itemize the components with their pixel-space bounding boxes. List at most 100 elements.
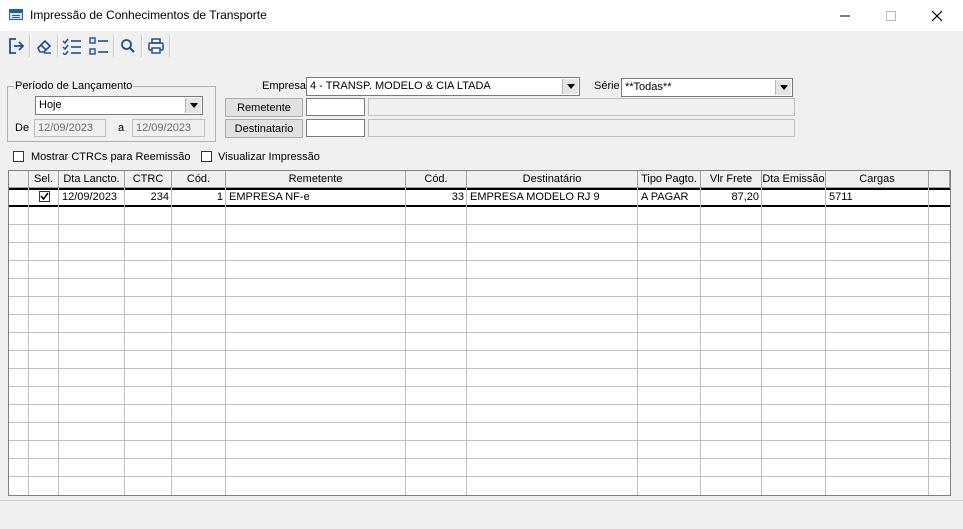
empresa-value: 4 - TRANSP. MODELO & CIA LTADA <box>310 80 491 92</box>
grid-row-line <box>9 314 950 315</box>
remetente-code-field[interactable] <box>306 98 365 116</box>
grid-row-line <box>9 224 950 225</box>
empresa-select[interactable]: 4 - TRANSP. MODELO & CIA LTADA <box>306 77 580 96</box>
grid-column-line <box>761 188 762 495</box>
cell-ctrc: 234 <box>150 191 169 203</box>
grid-indicator-header <box>9 171 29 188</box>
col-header-remetente[interactable]: Remetente <box>226 171 406 188</box>
grid-column-line <box>124 188 125 495</box>
col-header-cod-remetente[interactable]: Cód. <box>172 171 226 188</box>
grid-row-line <box>9 368 950 369</box>
destinatario-code-field[interactable] <box>306 119 365 137</box>
exit-button[interactable] <box>3 33 28 58</box>
grid-row-line <box>9 278 950 279</box>
grid-column-line <box>825 188 826 495</box>
col-header-sel[interactable]: Sel. <box>29 171 59 188</box>
exit-icon <box>8 37 24 54</box>
col-header-vlr-frete[interactable]: Vlr Frete <box>701 171 762 188</box>
col-header-ctrc[interactable]: CTRC <box>125 171 172 188</box>
chevron-down-icon[interactable] <box>185 98 201 113</box>
unselect-all-button[interactable] <box>86 33 111 58</box>
destinatario-name-field[interactable] <box>368 119 795 137</box>
chevron-down-icon[interactable] <box>562 79 578 94</box>
col-header-tipo-pagto[interactable]: Tipo Pagto. <box>638 171 701 188</box>
cell-dta-emissao <box>762 190 826 207</box>
col-header-destinatario[interactable]: Destinatário <box>467 171 638 188</box>
destinatario-button[interactable]: Destinatario <box>225 119 303 138</box>
cell-remetente: EMPRESA NF-e <box>229 191 310 203</box>
grid-row-line <box>9 386 950 387</box>
periodo-value: Hoje <box>39 99 62 111</box>
grid-row-line <box>9 350 950 351</box>
visualizar-impressao-label[interactable]: Visualizar Impressão <box>218 151 320 163</box>
ctrc-grid[interactable]: Sel. Dta Lancto. CTRC Cód. Remetente Cód… <box>8 170 951 496</box>
col-header-dta-lancto[interactable]: Dta Lancto. <box>59 171 125 188</box>
check-icon <box>39 192 49 201</box>
serie-value: **Todas** <box>625 81 672 93</box>
visualizar-impressao-checkbox[interactable] <box>201 151 212 162</box>
clear-button[interactable] <box>31 33 56 58</box>
periodo-select[interactable]: Hoje <box>35 96 203 115</box>
mostrar-reemissao-label[interactable]: Mostrar CTRCs para Reemissão <box>31 151 191 163</box>
cell-cargas: 5711 <box>829 191 853 203</box>
grid-row-line <box>9 332 950 333</box>
window-title: Impressão de Conhecimentos de Transporte <box>30 8 267 22</box>
col-header-cargas[interactable]: Cargas <box>826 171 929 188</box>
cell-destinatario: EMPRESA MODELO RJ 9 <box>470 191 600 203</box>
grid-column-line <box>637 188 638 495</box>
grid-column-line <box>928 188 929 495</box>
remetente-button[interactable]: Remetente <box>225 98 303 117</box>
minimize-button[interactable] <box>822 0 868 31</box>
de-label: De <box>15 122 30 134</box>
maximize-button[interactable] <box>868 0 914 31</box>
title-bar: Impressão de Conhecimentos de Transporte <box>0 0 963 31</box>
search-icon <box>120 38 135 53</box>
grid-column-line <box>466 188 467 495</box>
grid-row-line <box>9 242 950 243</box>
select-all-button[interactable] <box>59 33 84 58</box>
status-bar <box>0 500 963 529</box>
grid-row-line <box>9 476 950 477</box>
grid-column-line <box>405 188 406 495</box>
maximize-icon <box>886 10 896 21</box>
print-button[interactable] <box>143 33 168 58</box>
chevron-down-icon[interactable] <box>775 80 791 95</box>
grid-row-line <box>9 458 950 459</box>
a-label: a <box>118 122 125 134</box>
printer-icon <box>147 37 164 54</box>
date-to-field[interactable]: 12/09/2023 <box>132 119 205 137</box>
grid-row-line <box>9 404 950 405</box>
cell-cod-remetente: 1 <box>216 191 223 203</box>
grid-column-line <box>28 188 29 495</box>
cell-cod-destinatario: 33 <box>451 191 464 203</box>
row-select-checkbox[interactable] <box>38 191 50 202</box>
mostrar-reemissao-checkbox[interactable] <box>13 151 24 162</box>
periodo-legend: Período de Lançamento <box>14 80 134 92</box>
unselect-list-icon <box>88 36 108 55</box>
cell-tipo-pagto: A PAGAR <box>641 191 689 203</box>
remetente-name-field[interactable] <box>368 98 795 116</box>
cell-vlr-frete: 87,20 <box>731 191 759 203</box>
empresa-label: Empresa <box>262 80 307 92</box>
grid-filler-header <box>929 171 950 188</box>
date-from-field[interactable]: 12/09/2023 <box>34 119 106 137</box>
select-all-list-icon <box>61 38 81 55</box>
serie-label: Série <box>594 80 620 92</box>
row-select-cell[interactable] <box>29 190 59 207</box>
grid-column-line <box>700 188 701 495</box>
col-header-dta-emissao[interactable]: Dta Emissão <box>762 171 826 188</box>
col-header-cod-destinatario[interactable]: Cód. <box>406 171 467 188</box>
serie-select[interactable]: **Todas** <box>621 78 793 97</box>
grid-row-line <box>9 440 950 441</box>
grid-row-line <box>9 296 950 297</box>
table-row[interactable]: 12/09/2023 234 1 EMPRESA NF-e 33 EMPRESA… <box>9 188 950 207</box>
minimize-icon <box>840 15 850 16</box>
grid-column-line <box>171 188 172 495</box>
cell-dta-lancto: 12/09/2023 <box>62 191 118 203</box>
grid-column-line <box>225 188 226 495</box>
eraser-icon <box>36 39 51 54</box>
grid-row-line <box>9 260 950 261</box>
close-button[interactable] <box>914 0 960 31</box>
search-button[interactable] <box>115 33 140 58</box>
close-icon <box>931 10 943 21</box>
